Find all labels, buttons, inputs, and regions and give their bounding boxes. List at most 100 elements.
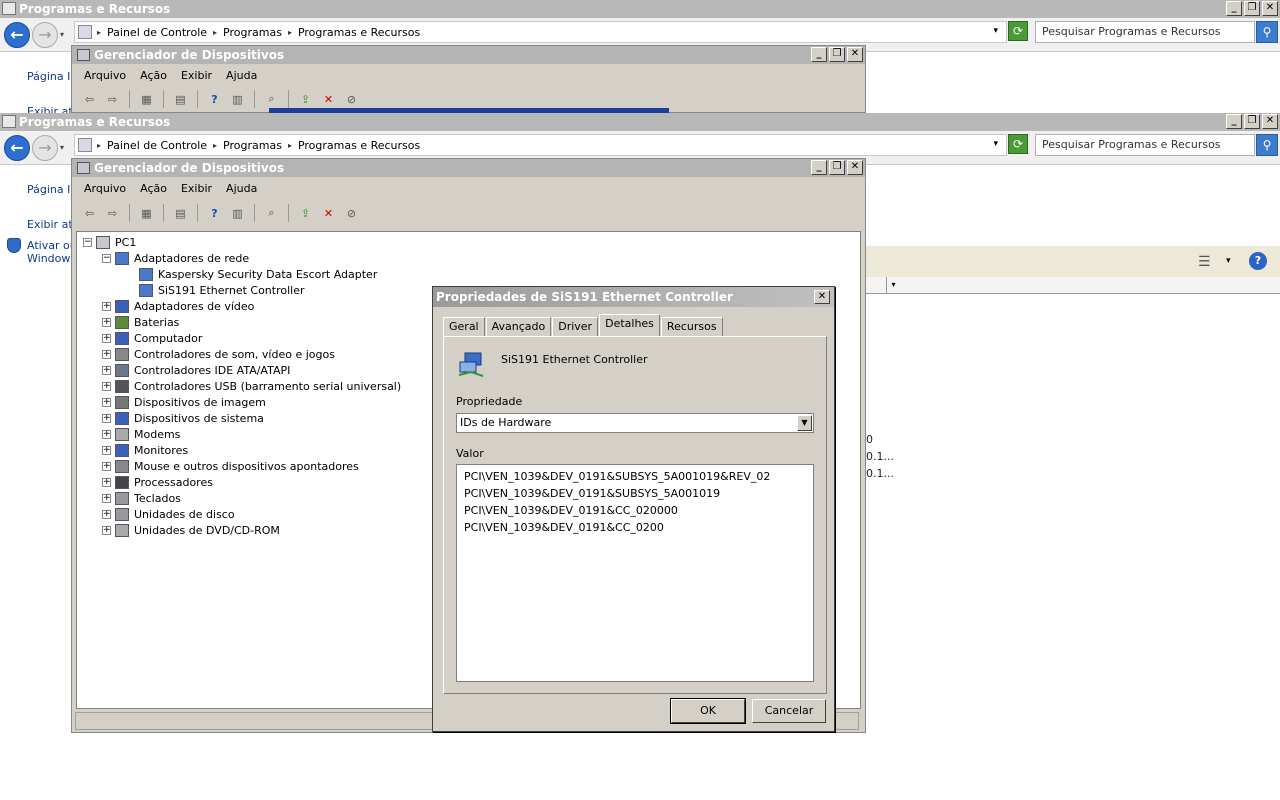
tab-geral[interactable]: Geral — [443, 317, 485, 336]
window-titlebar[interactable]: Programas e Recursos _ ❐ ✕ — [0, 113, 1280, 131]
tree-item-category[interactable]: + Controladores de som, vídeo e jogos — [102, 346, 335, 362]
back-icon[interactable]: ⇦ — [80, 91, 99, 108]
expand-icon[interactable]: + — [102, 509, 111, 519]
back-arrow-icon[interactable]: ← — [4, 22, 30, 48]
breadcrumb-arrow-icon[interactable]: ▸ — [97, 28, 101, 37]
minimize-button[interactable]: _ — [1226, 114, 1242, 129]
expand-icon[interactable]: + — [102, 445, 111, 455]
forward-arrow-icon[interactable]: → — [32, 135, 58, 161]
tree-item-category[interactable]: + Mouse e outros dispositivos apontadores — [102, 458, 359, 474]
list-item[interactable]: PCI\VEN_1039&DEV_0191&CC_020000 — [464, 502, 813, 519]
menu-acao[interactable]: Ação — [140, 182, 167, 195]
panel-icon[interactable]: ▥ — [228, 205, 247, 222]
restore-button[interactable]: ❐ — [1244, 114, 1260, 129]
panel-icon[interactable]: ▥ — [228, 91, 247, 108]
close-button[interactable]: ✕ — [847, 160, 863, 175]
restore-button[interactable]: ❐ — [829, 47, 845, 62]
minimize-button[interactable]: _ — [1226, 1, 1242, 16]
help-icon[interactable]: ? — [1249, 252, 1267, 270]
expand-icon[interactable]: + — [102, 333, 111, 343]
tree-item-category[interactable]: + Computador — [102, 330, 202, 346]
breadcrumb-item[interactable]: Programas e Recursos — [298, 26, 420, 39]
back-icon[interactable]: ⇦ — [80, 205, 99, 222]
value-list[interactable]: PCI\VEN_1039&DEV_0191&SUBSYS_5A001019&RE… — [456, 464, 814, 682]
tree-item-category[interactable]: + Teclados — [102, 490, 181, 506]
collapse-icon[interactable]: − — [102, 253, 111, 263]
breadcrumb[interactable]: ▸ Painel de Controle ▸ Programas ▸ Progr… — [74, 21, 1007, 43]
breadcrumb-item[interactable]: Programas — [223, 26, 282, 39]
uninstall-icon[interactable]: ✕ — [319, 91, 338, 108]
list-item[interactable]: PCI\VEN_1039&DEV_0191&SUBSYS_5A001019&RE… — [464, 468, 813, 485]
tree-item-category[interactable]: + Dispositivos de sistema — [102, 410, 264, 426]
scan-hardware-icon[interactable]: ⌕ — [262, 91, 281, 108]
expand-icon[interactable]: + — [102, 317, 111, 327]
search-input[interactable]: Pesquisar Programas e Recursos — [1035, 134, 1255, 156]
tab-recursos[interactable]: Recursos — [660, 317, 723, 336]
expand-icon[interactable]: + — [102, 525, 111, 535]
ok-button[interactable]: OK — [670, 698, 746, 724]
scan-hardware-icon[interactable]: ⌕ — [262, 205, 281, 222]
views-dropdown-icon[interactable]: ▾ — [1226, 256, 1231, 266]
disable-icon[interactable]: ⊘ — [342, 205, 361, 222]
breadcrumb-arrow-icon[interactable]: ▸ — [288, 141, 292, 150]
expand-icon[interactable]: + — [102, 429, 111, 439]
tree-item-category[interactable]: + Unidades de DVD/CD-ROM — [102, 522, 280, 538]
tab-driver[interactable]: Driver — [552, 317, 599, 336]
address-dropdown-icon[interactable]: ▾ — [993, 139, 998, 149]
expand-icon[interactable]: + — [102, 477, 111, 487]
breadcrumb-arrow-icon[interactable]: ▸ — [97, 141, 101, 150]
close-button[interactable]: ✕ — [1262, 114, 1278, 129]
address-dropdown-icon[interactable]: ▾ — [993, 26, 998, 36]
expand-icon[interactable]: + — [102, 381, 111, 391]
tree-item-network-adapters[interactable]: − Adaptadores de rede — [102, 250, 249, 266]
menu-ajuda[interactable]: Ajuda — [226, 182, 257, 195]
search-input[interactable]: Pesquisar Programas e Recursos — [1035, 21, 1255, 43]
breadcrumb-arrow-icon[interactable]: ▸ — [288, 28, 292, 37]
menu-exibir[interactable]: Exibir — [181, 182, 212, 195]
home-link[interactable]: Página In — [27, 70, 77, 83]
tab-avancado[interactable]: Avançado — [485, 317, 552, 336]
view-icon[interactable]: ▦ — [137, 91, 156, 108]
breadcrumb-item[interactable]: Painel de Controle — [107, 26, 207, 39]
search-icon[interactable]: ⚲ — [1256, 134, 1278, 156]
uninstall-icon[interactable]: ✕ — [319, 205, 338, 222]
menu-exibir[interactable]: Exibir — [181, 69, 212, 82]
tree-item-category[interactable]: + Controladores USB (barramento serial un… — [102, 378, 401, 394]
update-driver-icon[interactable]: ⇪ — [296, 91, 315, 108]
collapse-icon[interactable]: − — [83, 237, 92, 247]
tree-item-sis191[interactable]: SiS191 Ethernet Controller — [139, 282, 305, 298]
menu-acao[interactable]: Ação — [140, 69, 167, 82]
close-button[interactable]: ✕ — [847, 47, 863, 62]
tree-item-category[interactable]: + Adaptadores de vídeo — [102, 298, 254, 314]
properties-icon[interactable]: ▤ — [171, 91, 190, 108]
chevron-down-icon[interactable]: ▼ — [797, 415, 812, 431]
tree-item-category[interactable]: + Dispositivos de imagem — [102, 394, 266, 410]
restore-button[interactable]: ❐ — [1244, 1, 1260, 16]
properties-icon[interactable]: ▤ — [171, 205, 190, 222]
breadcrumb-item[interactable]: Programas — [223, 139, 282, 152]
breadcrumb-item[interactable]: Programas e Recursos — [298, 139, 420, 152]
turn-features-link[interactable]: Ativar ou — [27, 239, 77, 252]
expand-icon[interactable]: + — [102, 301, 111, 311]
close-button[interactable]: ✕ — [1262, 1, 1278, 16]
tree-item-category[interactable]: + Processadores — [102, 474, 213, 490]
forward-arrow-icon[interactable]: → — [32, 22, 58, 48]
refresh-icon[interactable]: ⟳ — [1008, 21, 1028, 41]
minimize-button[interactable]: _ — [811, 160, 827, 175]
help-icon[interactable]: ? — [205, 205, 224, 222]
dialog-close-button[interactable]: ✕ — [814, 290, 830, 304]
forward-icon[interactable]: ⇨ — [103, 205, 122, 222]
home-link[interactable]: Página In — [27, 183, 77, 196]
expand-icon[interactable]: + — [102, 413, 111, 423]
menu-arquivo[interactable]: Arquivo — [84, 182, 126, 195]
view-icon[interactable]: ▦ — [137, 205, 156, 222]
breadcrumb-arrow-icon[interactable]: ▸ — [213, 28, 217, 37]
dialog-titlebar[interactable]: Propriedades de SiS191 Ethernet Controll… — [433, 287, 834, 307]
tree-item-category[interactable]: + Baterias — [102, 314, 179, 330]
tree-item-category[interactable]: + Modems — [102, 426, 180, 442]
property-select[interactable]: IDs de Hardware ▼ — [456, 413, 814, 433]
turn-features-link-line2[interactable]: Windows — [27, 252, 76, 265]
breadcrumb-item[interactable]: Painel de Controle — [107, 139, 207, 152]
refresh-icon[interactable]: ⟳ — [1008, 134, 1028, 154]
tree-item-category[interactable]: + Controladores IDE ATA/ATAPI — [102, 362, 290, 378]
